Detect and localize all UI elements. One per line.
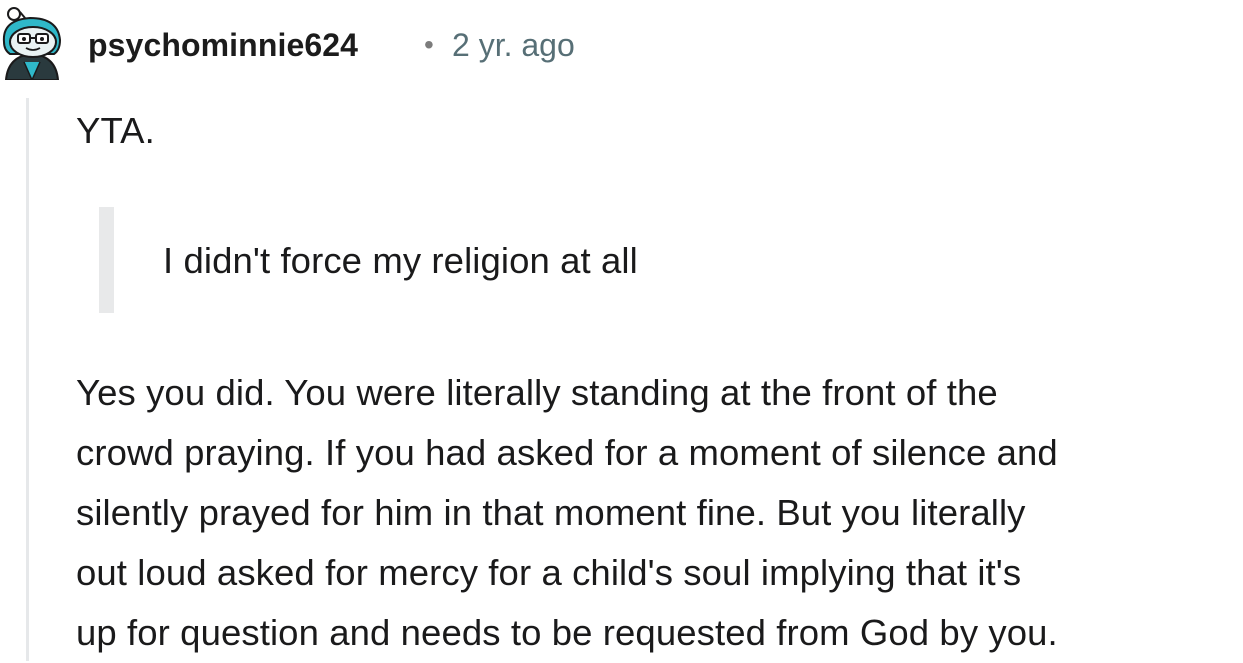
comment-verdict: YTA.	[76, 110, 155, 151]
comment-header: psychominnie624 • 2 yr. ago	[0, 0, 1243, 90]
comment-timestamp[interactable]: 2 yr. ago	[452, 25, 575, 65]
paragraph-line: Yes you did. You were literally standing…	[76, 372, 998, 413]
snoo-avatar-icon[interactable]	[0, 4, 64, 82]
paragraph-line: silently prayed for him in that moment f…	[76, 492, 1026, 533]
paragraph-line: up for question and needs to be requeste…	[76, 612, 1058, 653]
meta-separator: •	[424, 29, 434, 60]
paragraph-line: crowd praying. If you had asked for a mo…	[76, 432, 1058, 473]
paragraph-line: out loud asked for mercy for a child's s…	[76, 552, 1022, 593]
comment-paragraph: Yes you did. You were literally standing…	[76, 363, 1243, 663]
thread-collapse-line[interactable]	[26, 98, 29, 661]
blockquote-text: I didn't force my religion at all	[163, 240, 638, 281]
blockquote-bar	[99, 207, 114, 313]
username-link[interactable]: psychominnie624	[88, 25, 358, 65]
